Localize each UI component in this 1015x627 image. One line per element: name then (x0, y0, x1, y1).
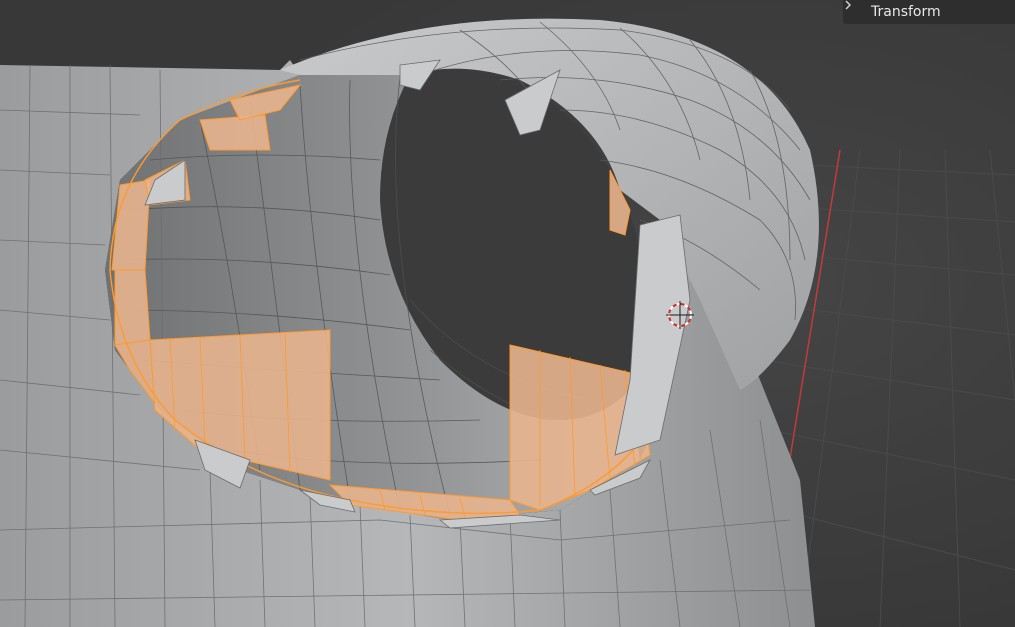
chevron-right-icon[interactable] (845, 0, 863, 18)
transform-panel-header[interactable]: Transform (843, 0, 1015, 24)
3d-viewport[interactable]: Transform (0, 0, 1015, 627)
viewport-canvas[interactable] (0, 0, 1015, 627)
transform-panel-label: Transform (871, 4, 941, 20)
